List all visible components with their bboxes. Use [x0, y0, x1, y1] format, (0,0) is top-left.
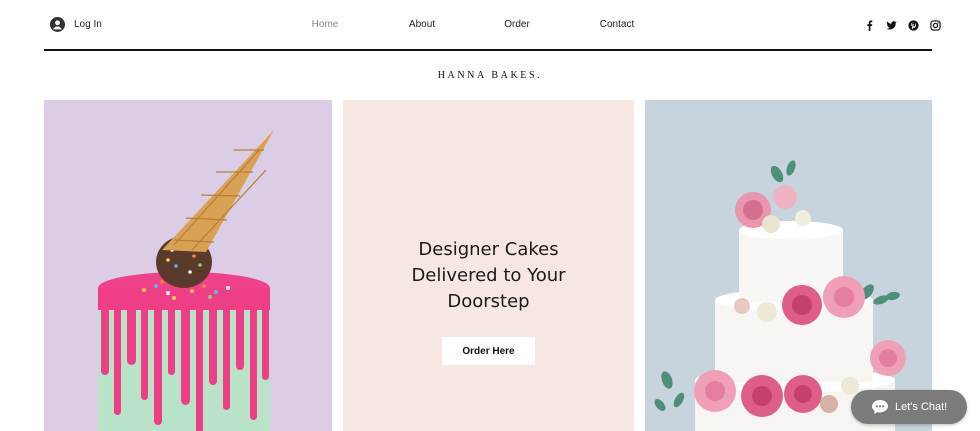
hero-text-panel: Designer Cakes Delivered to Your Doorste…	[343, 100, 634, 431]
social-bar	[863, 19, 942, 32]
nav-about[interactable]: About	[409, 19, 435, 30]
wedding-cake-image	[645, 100, 932, 431]
nav-home[interactable]: Home	[312, 19, 339, 30]
site-logo-text[interactable]: HANNA BAKES.	[0, 70, 980, 81]
hero-headline-line-2: Delivered to Your	[411, 265, 566, 286]
header-divider	[44, 49, 932, 51]
chat-label: Let's Chat!	[895, 401, 948, 413]
hero-headline: Designer Cakes Delivered to Your Doorste…	[343, 237, 634, 315]
nav-order[interactable]: Order	[504, 19, 530, 30]
hero-headline-line-3: Doorstep	[447, 291, 530, 312]
hero-headline-line-1: Designer Cakes	[418, 239, 559, 260]
order-here-button[interactable]: Order Here	[442, 337, 535, 365]
facebook-icon[interactable]	[863, 19, 876, 32]
nav-contact[interactable]: Contact	[600, 19, 634, 30]
pinterest-icon[interactable]	[907, 19, 920, 32]
main-nav: Home About Order Contact	[0, 19, 980, 33]
chat-bubble-icon	[872, 400, 888, 414]
twitter-icon[interactable]	[885, 19, 898, 32]
cone-cake-image	[44, 100, 332, 431]
chat-widget-button[interactable]: Let's Chat!	[851, 390, 967, 424]
instagram-icon[interactable]	[929, 19, 942, 32]
